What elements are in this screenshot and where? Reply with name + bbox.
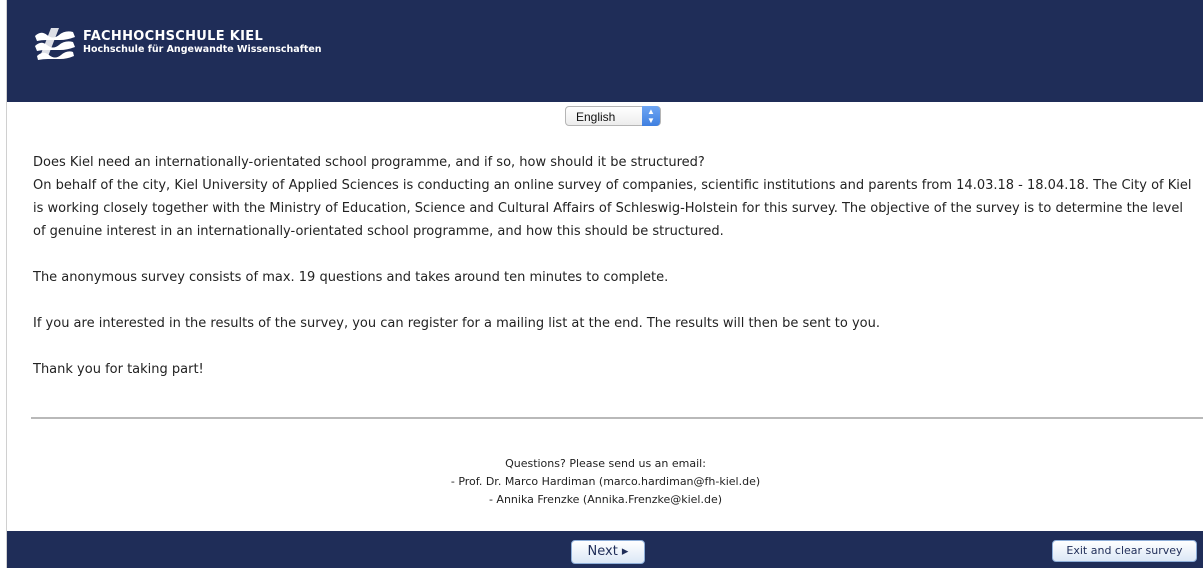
divider — [31, 417, 1203, 419]
intro-mailing: If you are interested in the results of … — [33, 316, 880, 331]
intro-thanks: Thank you for taking part! — [33, 362, 204, 377]
header-bar: FACHHOCHSCHULE KIEL Hochschule für Angew… — [7, 0, 1203, 102]
next-button[interactable]: Next ▸ — [571, 540, 645, 564]
contact-heading: Questions? Please send us an email: — [505, 457, 706, 470]
footer-bar: Next ▸ Exit and clear survey — [7, 531, 1203, 568]
survey-page: FACHHOCHSCHULE KIEL Hochschule für Angew… — [6, 0, 1203, 568]
intro-question: Does Kiel need an internationally-orient… — [33, 155, 705, 170]
contact-person-1: - Prof. Dr. Marco Hardiman (marco.hardim… — [450, 475, 761, 488]
select-arrows-icon: ▲ ▼ — [642, 106, 660, 126]
logo-title: FACHHOCHSCHULE KIEL — [83, 29, 264, 44]
language-selector[interactable]: English ▲ ▼ — [565, 106, 661, 126]
contact-person-2: - Annika Frenzke (Annika.Frenzke@kiel.de… — [488, 493, 723, 506]
intro-text: Does Kiel need an internationally-orient… — [33, 151, 1193, 381]
intro-body: On behalf of the city, Kiel University o… — [33, 178, 1192, 239]
language-select[interactable]: English ▲ ▼ — [565, 106, 661, 126]
contact-info: Questions? Please send us an email: - Pr… — [7, 455, 1203, 509]
exit-clear-survey-button[interactable]: Exit and clear survey — [1052, 540, 1197, 562]
logo-subtitle: Hochschule für Angewandte Wissenschaften — [83, 44, 322, 55]
fh-kiel-logo-icon — [35, 28, 75, 60]
intro-duration: The anonymous survey consists of max. 19… — [33, 270, 669, 285]
language-selected-value: English — [576, 110, 616, 124]
